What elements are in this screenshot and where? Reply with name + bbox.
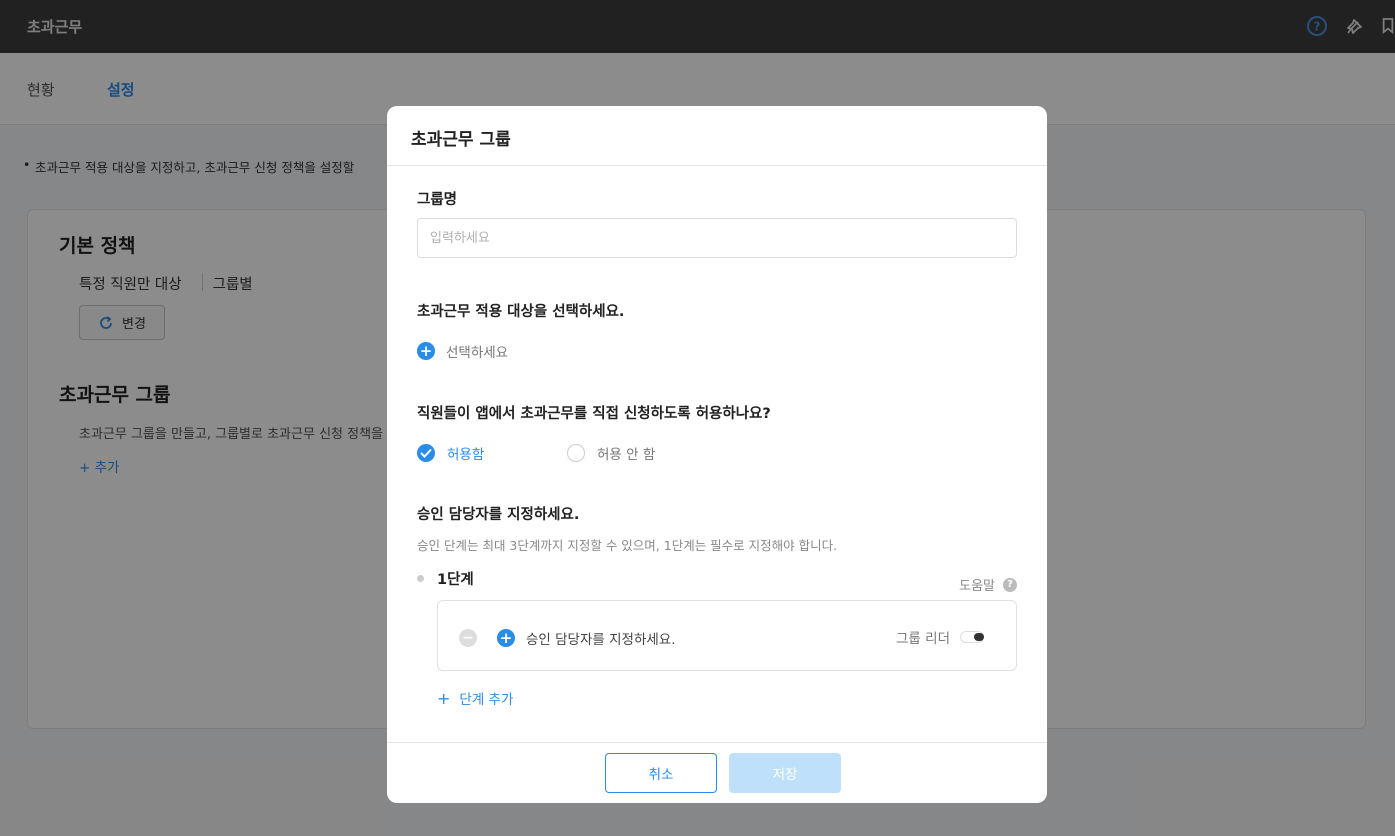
radio-allow[interactable]: 허용함 (417, 443, 484, 463)
radio-disallow-label: 허용 안 함 (597, 447, 656, 463)
check-icon (417, 444, 435, 462)
assign-approver-label: 승인 담당자를 지정하세요. (526, 632, 676, 648)
radio-allow-label: 허용함 (447, 447, 485, 463)
step-title: 1단계 (437, 572, 474, 588)
assign-approver-button[interactable]: + 승인 담당자를 지정하세요. (497, 628, 676, 648)
help-link[interactable]: 도움말 ? (959, 575, 1017, 594)
app-request-question: 직원들이 앱에서 초과근무를 직접 신청하도록 허용하나요? (417, 406, 771, 422)
approver-hint: 승인 단계는 최대 3단계까지 지정할 수 있으며, 1단계는 필수로 지정해야… (417, 538, 838, 553)
group-name-input[interactable] (417, 218, 1017, 258)
remove-step-icon[interactable]: − (459, 629, 477, 647)
step-bullet (417, 575, 424, 582)
approver-question: 승인 담당자를 지정하세요. (417, 507, 580, 523)
select-target-label: 선택하세요 (446, 345, 509, 361)
target-question: 초과근무 적용 대상을 선택하세요. (417, 304, 625, 320)
select-target-button[interactable]: + 선택하세요 (417, 341, 508, 361)
dialog-footer: 취소 저장 (387, 742, 1047, 803)
plus-icon: + (417, 342, 435, 360)
radio-disallow[interactable]: 허용 안 함 (567, 443, 655, 463)
group-leader-toggle-row: 그룹 리더 (896, 627, 984, 647)
cancel-button[interactable]: 취소 (605, 753, 717, 793)
add-step-label: 단계 추가 (459, 692, 514, 708)
dialog-title: 초과근무 그룹 (411, 130, 511, 150)
overtime-group-dialog: 초과근무 그룹 그룹명 초과근무 적용 대상을 선택하세요. + 선택하세요 직… (387, 106, 1047, 803)
save-button[interactable]: 저장 (729, 753, 841, 793)
radio-circle-icon (567, 444, 585, 462)
dialog-header: 초과근무 그룹 (387, 106, 1047, 166)
help-label: 도움말 (959, 579, 995, 594)
plus-icon: + (497, 629, 515, 647)
step-1-box: − + 승인 담당자를 지정하세요. 그룹 리더 (437, 600, 1017, 671)
group-leader-label: 그룹 리더 (896, 631, 950, 647)
plus-icon: + (437, 688, 451, 708)
add-step-button[interactable]: + 단계 추가 (437, 688, 514, 709)
question-icon: ? (1003, 577, 1017, 592)
group-name-label: 그룹명 (417, 192, 458, 208)
group-leader-toggle[interactable] (960, 631, 984, 643)
